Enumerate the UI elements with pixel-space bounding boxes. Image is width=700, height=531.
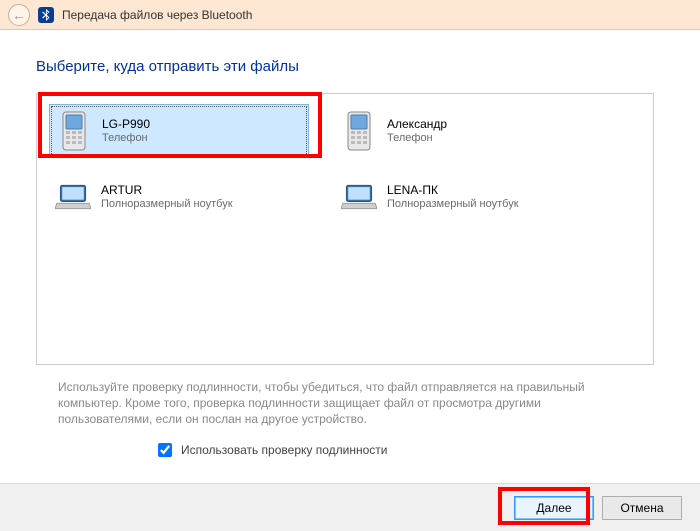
device-type: Телефон: [387, 132, 447, 146]
device-item-lg-p990[interactable]: LG-P990 Телефон: [49, 104, 309, 158]
back-button[interactable]: ←: [8, 4, 30, 26]
auth-row: Использовать проверку подлинности: [154, 440, 664, 460]
device-list: LG-P990 Телефон Александр Телефон: [36, 93, 654, 365]
titlebar: ← Передача файлов через Bluetooth: [0, 0, 700, 30]
hint-text: Используйте проверку подлинности, чтобы …: [58, 379, 618, 428]
device-name: ARTUR: [101, 183, 233, 198]
device-name: LENA-ПК: [387, 183, 519, 198]
phone-icon: [56, 110, 92, 152]
cancel-button[interactable]: Отмена: [602, 496, 682, 520]
phone-icon: [341, 110, 377, 152]
bluetooth-icon: [38, 7, 54, 23]
device-type: Полноразмерный ноутбук: [101, 198, 233, 212]
next-button[interactable]: Далее: [514, 496, 594, 520]
device-item-lena-pk[interactable]: LENA-ПК Полноразмерный ноутбук: [335, 170, 595, 224]
device-name: Александр: [387, 117, 447, 132]
laptop-icon: [341, 176, 377, 218]
device-type: Полноразмерный ноутбук: [387, 198, 519, 212]
auth-label: Использовать проверку подлинности: [181, 443, 387, 457]
device-name: LG-P990: [102, 117, 150, 132]
wizard-content: Выберите, куда отправить эти файлы LG-P9…: [0, 30, 700, 470]
device-item-alexander[interactable]: Александр Телефон: [335, 104, 595, 158]
device-item-artur[interactable]: ARTUR Полноразмерный ноутбук: [49, 170, 309, 224]
footer: Далее Отмена: [0, 483, 700, 531]
device-type: Телефон: [102, 132, 150, 146]
auth-checkbox[interactable]: [158, 443, 172, 457]
window-title: Передача файлов через Bluetooth: [62, 8, 252, 22]
page-heading: Выберите, куда отправить эти файлы: [36, 58, 664, 75]
arrow-left-icon: ←: [12, 7, 26, 23]
laptop-icon: [55, 176, 91, 218]
